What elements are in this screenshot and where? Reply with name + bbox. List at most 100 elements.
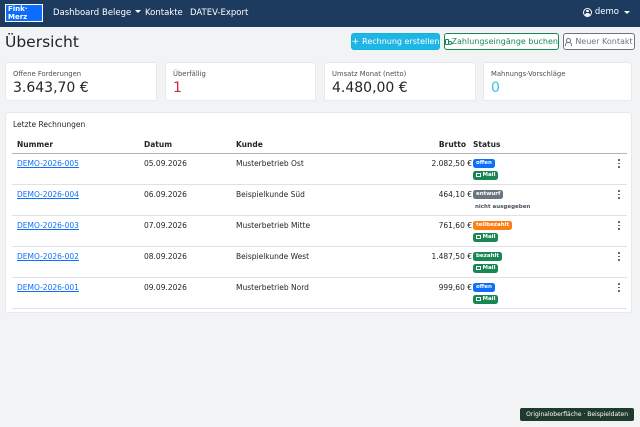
kpi-label: Überfällig — [173, 70, 206, 78]
column-header-date: Datum — [144, 140, 173, 149]
person-add-icon — [565, 38, 573, 46]
nav-belege[interactable]: Belege — [102, 8, 141, 18]
kpi-monthly-revenue: Umsatz Monat (netto) 4.480,00 € — [324, 62, 476, 101]
column-header-gross: Brutto — [438, 140, 466, 149]
kpi-overdue: Überfällig 1 — [165, 62, 316, 101]
table-row[interactable]: DEMO-2026-003 07.09.2026 Musterbetrieb Mit… — [12, 216, 627, 247]
logo-line-2: Merz — [8, 12, 28, 21]
more-actions-icon[interactable] — [617, 159, 621, 168]
person-circle-icon — [582, 7, 592, 17]
mail-label: Mail — [482, 234, 496, 240]
user-name: demo — [594, 7, 619, 17]
envelope-icon — [476, 234, 481, 239]
kebab-dot — [618, 228, 620, 230]
kebab-dot — [618, 162, 620, 165]
new-contact-label: Neuer Kontakt — [575, 37, 633, 46]
new-contact-button[interactable]: Neuer Kontakt — [563, 33, 635, 50]
mail-sent-badge: Mail — [473, 171, 499, 180]
kebab-dot — [618, 166, 620, 168]
mail-label: Mail — [482, 265, 496, 271]
invoice-number-link[interactable]: DEMO-2026-001 — [17, 283, 79, 292]
column-header-customer: Kunde — [236, 140, 263, 149]
invoice-number-link[interactable]: DEMO-2026-003 — [17, 221, 79, 230]
invoice-gross: 464,10 € — [438, 190, 472, 199]
user-menu[interactable]: demo — [582, 7, 630, 17]
invoice-number-link[interactable]: DEMO-2026-005 — [17, 159, 79, 168]
card-title: Letzte Rechnungen — [13, 120, 86, 129]
mail-sent-badge: Mail — [473, 264, 499, 273]
invoice-date: 09.09.2026 — [144, 283, 187, 292]
column-header-status: Status — [473, 140, 501, 149]
more-actions-icon[interactable] — [617, 283, 621, 292]
kebab-dot — [618, 259, 620, 261]
invoice-number-link[interactable]: DEMO-2026-004 — [17, 190, 79, 199]
kebab-dot — [618, 283, 620, 285]
invoice-customer: Musterbetrieb Ost — [236, 159, 304, 168]
invoice-date: 08.09.2026 — [144, 252, 187, 261]
invoice-gross: 999,60 € — [438, 283, 472, 292]
status-badge: offen — [473, 159, 495, 168]
envelope-icon — [476, 265, 481, 270]
invoice-date: 07.09.2026 — [144, 221, 187, 230]
kebab-dot — [618, 255, 620, 258]
kpi-label: Mahnungs-Vorschläge — [491, 70, 566, 78]
kebab-dot — [618, 197, 620, 199]
column-header-number: Nummer — [17, 140, 54, 149]
mail-label: Mail — [482, 296, 496, 302]
chevron-down-icon — [624, 10, 630, 14]
kebab-dot — [618, 252, 620, 254]
page-title: Übersicht — [5, 33, 79, 51]
mail-sent-badge: Mail — [473, 295, 499, 304]
recent-invoices-card: Letzte Rechnungen Nummer Datum Kunde Bru… — [5, 112, 632, 313]
kebab-dot — [618, 286, 620, 289]
kpi-value: 0 — [491, 80, 500, 96]
status-note: nicht ausgegeben — [475, 204, 531, 210]
create-invoice-button[interactable]: + Rechnung erstellen — [351, 33, 440, 50]
kebab-dot — [618, 224, 620, 227]
kpi-value: 1 — [173, 80, 182, 96]
kpi-open-receivables: Offene Forderungen 3.643,70 € — [5, 62, 157, 101]
top-navbar: Fink· Merz Dashboard Belege Kontakte DAT… — [0, 0, 640, 27]
status-badge: offen — [473, 283, 495, 292]
plus-icon: + — [351, 36, 360, 47]
kpi-value: 4.480,00 € — [332, 80, 408, 96]
kebab-dot — [618, 193, 620, 196]
create-invoice-label: Rechnung erstellen — [362, 37, 440, 46]
kpi-value: 3.643,70 € — [13, 80, 89, 96]
invoice-gross: 2.082,50 € — [431, 159, 472, 168]
status-badge: bezahlt — [473, 252, 503, 261]
table-row[interactable]: DEMO-2026-001 09.09.2026 Musterbetrieb Nor… — [12, 278, 627, 309]
invoice-customer: Beispielkunde Süd — [236, 190, 305, 199]
more-actions-icon[interactable] — [617, 190, 621, 199]
nav-datev-export[interactable]: DATEV-Export — [190, 8, 248, 18]
invoice-customer: Beispielkunde West — [236, 252, 310, 261]
invoice-date: 06.09.2026 — [144, 190, 187, 199]
kebab-dot — [618, 290, 620, 292]
book-payments-button[interactable]: Zahlungseingänge buchen — [444, 33, 559, 50]
invoice-number-link[interactable]: DEMO-2026-002 — [17, 252, 79, 261]
status-badge: teilbezahlt — [473, 221, 513, 230]
app-logo[interactable]: Fink· Merz — [5, 4, 43, 22]
nav-kontakte[interactable]: Kontakte — [145, 8, 183, 18]
invoice-customer: Musterbetrieb Nord — [236, 283, 309, 292]
envelope-icon — [476, 296, 481, 301]
invoice-gross: 1.487,50 € — [431, 252, 472, 261]
status-badge: entwurf — [473, 190, 504, 199]
cash-icon — [445, 38, 452, 45]
kpi-dunning-suggestions: Mahnungs-Vorschläge 0 — [483, 62, 632, 101]
demo-notice-badge: Originaloberfläche · Beispieldaten — [520, 408, 634, 421]
mail-label: Mail — [482, 172, 496, 178]
more-actions-icon[interactable] — [617, 252, 621, 261]
table-row[interactable]: DEMO-2026-005 05.09.2026 Musterbetrieb Ost… — [12, 154, 627, 185]
book-payments-label: Zahlungseingänge buchen — [451, 37, 558, 46]
nav-dashboard[interactable]: Dashboard — [53, 8, 99, 18]
mail-sent-badge: Mail — [473, 233, 499, 242]
more-actions-icon[interactable] — [617, 221, 621, 230]
invoice-gross: 761,60 € — [438, 221, 472, 230]
kpi-label: Offene Forderungen — [13, 70, 82, 78]
table-row[interactable]: DEMO-2026-002 08.09.2026 Beispielkunde Wes… — [12, 247, 627, 278]
envelope-icon — [476, 172, 481, 177]
kpi-label: Umsatz Monat (netto) — [332, 70, 407, 78]
invoice-date: 05.09.2026 — [144, 159, 187, 168]
table-row[interactable]: DEMO-2026-004 06.09.2026 Beispielkunde Süd… — [12, 185, 627, 216]
